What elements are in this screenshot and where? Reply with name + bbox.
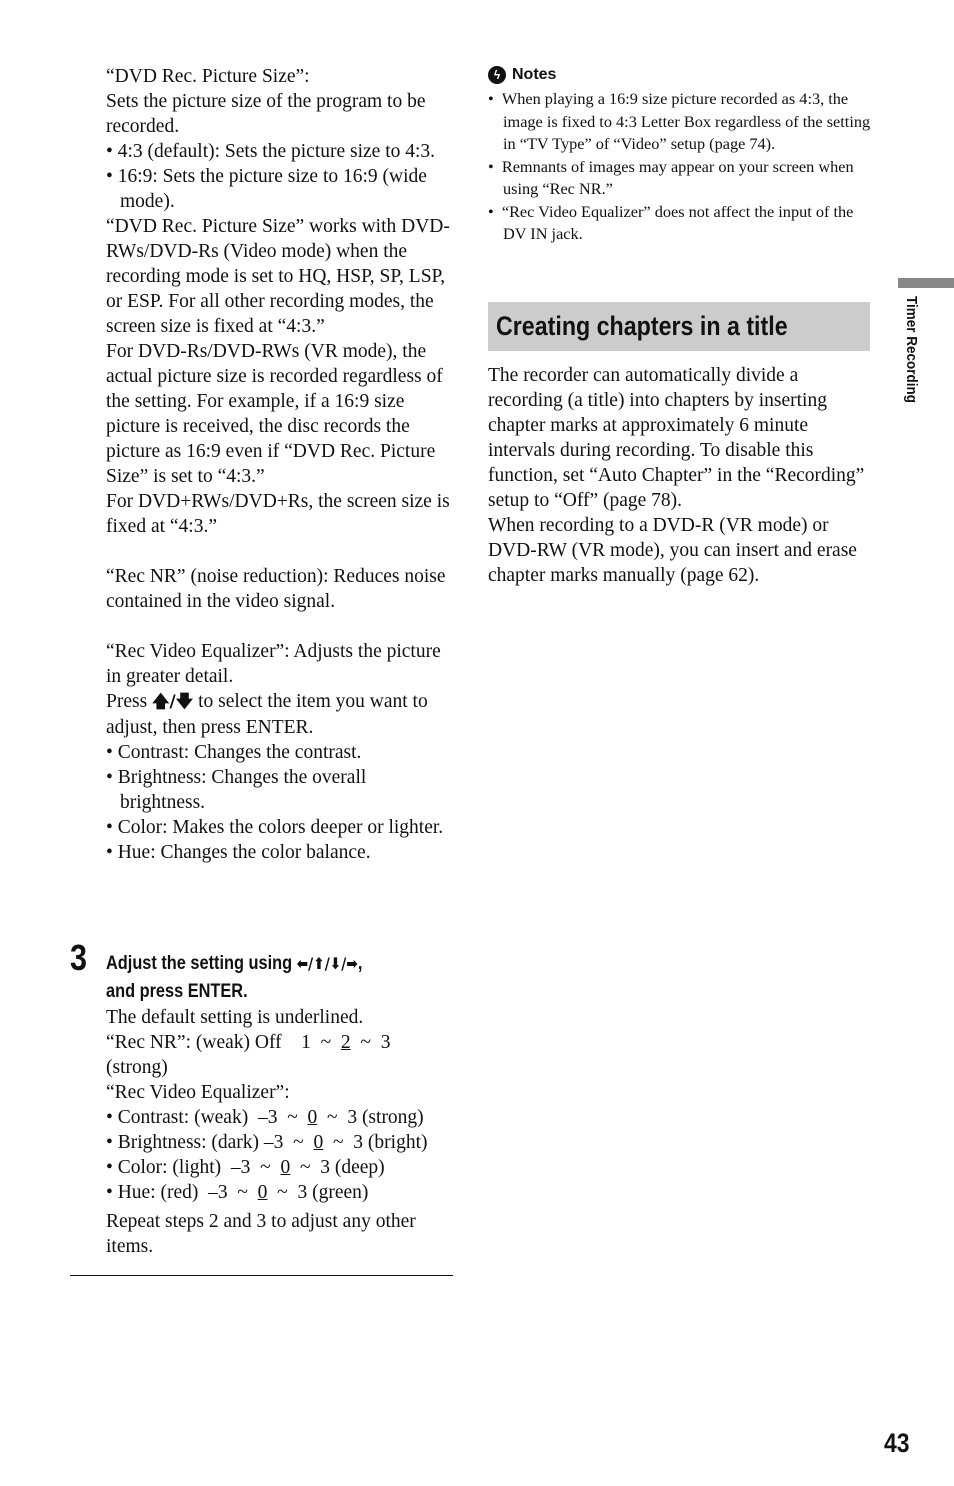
setting-post: ~ 3 (green) [267, 1182, 369, 1203]
rec-nr-range-end: ~ 3 [350, 1032, 391, 1053]
section-para: When recording to a DVD-R (VR mode) or D… [488, 515, 857, 586]
section-end-rule [70, 1275, 453, 1276]
side-tab-label: Timer Recording [903, 296, 920, 404]
dvd-size-option: • 4:3 (default): Sets the picture size t… [106, 141, 436, 162]
setting-pre: • Color: (light) –3 ~ [106, 1157, 281, 1178]
rve-press-pre: Press [106, 691, 153, 712]
page-number: 43 [884, 1428, 910, 1458]
rve-item: • Contrast: Changes the contrast. [106, 742, 362, 763]
setting-brightness: • Brightness: (dark) –3 ~ 0 ~ 3 (bright) [106, 1130, 466, 1155]
section-body: The recorder can automatically divide a … [488, 363, 873, 588]
step-number: 3 [70, 937, 88, 978]
notes-block: ϟ Notes • When playing a 16:9 size pictu… [488, 64, 873, 246]
rve-press-instruction: Press 🡅/🡇 to select the item you want to… [106, 689, 456, 740]
section-heading: Creating chapters in a title [496, 311, 788, 341]
side-tab-bar [898, 278, 954, 288]
setting-default: 0 [280, 1157, 291, 1178]
dvd-size-option: • 16:9: Sets the picture size to 16:9 (w… [106, 166, 427, 212]
setting-pre: • Hue: (red) –3 ~ [106, 1182, 258, 1203]
section-para: The recorder can automatically divide a … [488, 365, 865, 511]
dvd-size-desc: Sets the picture size of the program to … [106, 91, 426, 137]
note-text: Remnants of images may appear on your sc… [501, 156, 854, 199]
rec-nr-desc: “Rec NR” (noise reduction): Reduces nois… [106, 566, 446, 612]
note-item: • Remnants of images may appear on your … [488, 156, 854, 199]
note-text: When playing a 16:9 size picture recorde… [501, 89, 871, 153]
dvd-size-title: “DVD Rec. Picture Size”: [106, 66, 310, 87]
setting-pre: • Brightness: (dark) –3 ~ [106, 1132, 314, 1153]
setting-post: ~ 3 (strong) [317, 1107, 424, 1128]
rve-item: • Hue: Changes the color balance. [106, 842, 371, 863]
setting-hue: • Hue: (red) –3 ~ 0 ~ 3 (green) [106, 1180, 466, 1205]
notes-icon: ϟ [488, 66, 506, 84]
setting-default: 0 [307, 1107, 318, 1128]
rec-nr-default: 2 [340, 1032, 351, 1053]
step-title: Adjust the setting using ⬅/⬆/⬇/➡, and pr… [106, 950, 416, 1006]
step-body: The default setting is underlined. “Rec … [106, 1005, 466, 1259]
section-heading-bar: Creating chapters in a title [488, 302, 870, 351]
dvd-size-para: “DVD Rec. Picture Size” works with DVD-R… [106, 216, 450, 337]
dvd-size-para: For DVD-Rs/DVD-RWs (VR mode), the actual… [106, 341, 443, 487]
rve-title: “Rec Video Equalizer”: Adjusts the pictu… [106, 641, 441, 687]
rve-item: • Color: Makes the colors deeper or ligh… [106, 817, 444, 838]
rve-label: “Rec Video Equalizer”: [106, 1082, 290, 1103]
left-column: “DVD Rec. Picture Size”: Sets the pictur… [106, 64, 456, 865]
step-title-post: , [357, 953, 363, 974]
setting-default: 0 [257, 1182, 268, 1203]
default-note: The default setting is underlined. [106, 1007, 364, 1028]
up-down-arrow-icon: 🡅/🡇 [152, 692, 194, 712]
setting-post: ~ 3 (bright) [323, 1132, 428, 1153]
dvd-size-para: For DVD+RWs/DVD+Rs, the screen size is f… [106, 491, 450, 537]
step-title-line2: and press ENTER. [106, 981, 248, 1002]
rec-nr-strong: (strong) [106, 1057, 168, 1078]
rec-nr-setting: “Rec NR”: (weak) Off 1 ~ 2 ~ 3 [106, 1030, 466, 1055]
setting-pre: • Contrast: (weak) –3 ~ [106, 1107, 308, 1128]
step-title-pre: Adjust the setting using [106, 953, 297, 974]
setting-post: ~ 3 (deep) [290, 1157, 385, 1178]
notes-heading: ϟ Notes [488, 64, 873, 86]
repeat-note: Repeat steps 2 and 3 to adjust any other… [106, 1211, 416, 1257]
direction-arrows-icon: ⬅/⬆/⬇/➡ [296, 954, 358, 973]
rec-nr-range-start: “Rec NR”: (weak) Off 1 ~ [106, 1032, 341, 1053]
notes-heading-text: Notes [512, 66, 557, 83]
note-item: • “Rec Video Equalizer” does not affect … [488, 201, 854, 244]
note-text: “Rec Video Equalizer” does not affect th… [501, 201, 854, 244]
note-item: • When playing a 16:9 size picture recor… [488, 89, 871, 153]
rve-item: • Brightness: Changes the overall bright… [106, 767, 367, 813]
setting-color: • Color: (light) –3 ~ 0 ~ 3 (deep) [106, 1155, 466, 1180]
setting-contrast: • Contrast: (weak) –3 ~ 0 ~ 3 (strong) [106, 1105, 466, 1130]
setting-default: 0 [313, 1132, 324, 1153]
